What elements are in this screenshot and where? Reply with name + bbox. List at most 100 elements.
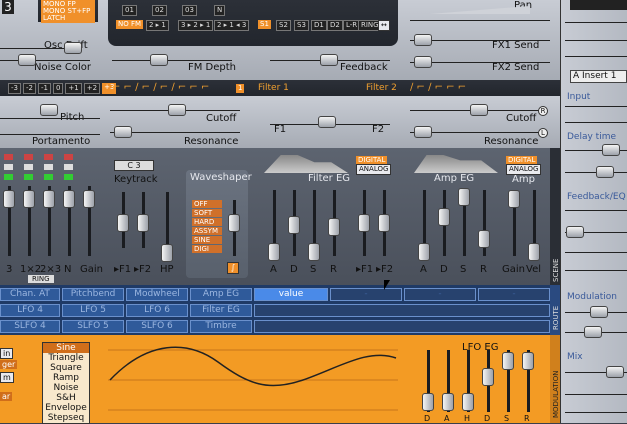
feedback-knob[interactable] [320,54,338,66]
keytrack-f1-fader[interactable] [117,214,129,232]
osc-noise-button[interactable]: N [214,5,226,16]
lfo-shape-sh[interactable]: S&H [43,393,89,403]
osc-2-button[interactable]: 02 [152,5,167,16]
octave-p1[interactable]: +1 [65,83,82,94]
portamento-slider[interactable] [0,134,100,135]
amp-vel-fader[interactable] [528,243,540,261]
amp-eg-a-fader[interactable] [418,243,430,261]
mod-source-timbre[interactable]: Timbre [190,320,252,333]
amp-eg-d-fader[interactable] [438,208,450,226]
lfo-shape-stepseq[interactable]: Stepseq [43,413,89,423]
mod-slot-5[interactable]: - [330,288,402,301]
lfo-eg-attack-fader[interactable] [442,393,454,411]
fx-delay-knob-1[interactable] [602,144,620,156]
pitch-slider[interactable] [0,118,100,119]
noise-color-slider[interactable] [0,60,90,61]
mod-source-modwheel[interactable]: Modwheel [126,288,188,301]
play-mode-latch[interactable]: LATCH [41,14,95,23]
cutoff-1-knob[interactable] [168,104,186,116]
waveshaper-curve-icon[interactable]: ∫ [227,262,239,274]
lfo-eg-decay-fader[interactable] [482,368,494,386]
resonance-2-knob[interactable] [414,126,432,138]
mod-source-slfo4[interactable]: SLFO 4 [0,320,60,333]
filter-eg-r-fader[interactable] [328,218,340,236]
mod-source-chan-at[interactable]: Chan. AT [0,288,60,301]
route-s2[interactable]: S2 [276,20,291,31]
route-d1[interactable]: D1 [311,20,327,31]
osc-1-button[interactable]: 01 [122,5,137,16]
mod-source-pitchbend[interactable]: Pitchbend [62,288,124,301]
osc-drift-knob[interactable] [64,42,82,54]
filter-type-icons[interactable]: ⌐ ⌐ ∕ ⌐ ∕ ⌐ ∕ ⌐ ⌐ ⌐ [112,82,209,93]
filter-2-label[interactable]: Filter 2 [366,83,397,93]
amp-eg-s-fader[interactable] [458,188,470,206]
lfo-shape-ramp[interactable]: Ramp [43,373,89,383]
fm-no-fm[interactable]: NO FM [116,20,144,29]
mod-slot-r2[interactable] [254,304,550,317]
lfo-shape-noise[interactable]: Noise [43,383,89,393]
hp-fader[interactable] [161,244,173,262]
lfo-shape-triangle[interactable]: Triangle [43,353,89,363]
filter-eg-s-fader[interactable] [308,243,320,261]
mixer-n-fader[interactable] [63,190,75,208]
amp-gain-fader[interactable] [508,190,520,208]
lfo-left-tag-1[interactable]: in [0,348,14,359]
key-display[interactable]: C 3 [114,160,154,171]
keytrack-f2-fader[interactable] [137,214,149,232]
pan-slider[interactable] [410,20,550,21]
filter-2-type-icons[interactable]: ∕ ⌐ ∕ ⌐ ⌐ ⌐ [410,82,466,93]
octave-m3[interactable]: -3 [8,83,21,94]
fx-modulation-knob-1[interactable] [590,306,608,318]
ws-soft[interactable]: SOFT [192,209,222,217]
ws-digi[interactable]: DIGI [192,245,222,253]
amp-eg-r-fader[interactable] [478,230,490,248]
pitch-knob[interactable] [40,104,58,116]
lfo-shape-envelope[interactable]: Envelope [43,403,89,413]
mod-slot-7[interactable]: - [478,288,550,301]
osc-3-button[interactable]: 03 [182,5,197,16]
filter-eg-d-fader[interactable] [288,216,300,234]
filter-analog[interactable]: ANALOG [356,164,392,175]
waveshaper-drive-fader[interactable] [228,214,240,232]
mod-source-value[interactable]: value [254,288,328,301]
l-button[interactable]: L [538,128,548,138]
filter-eg-f2-fader[interactable] [378,214,390,232]
fm-3-2-1[interactable]: 3 ▸ 2 ▸ 1 [178,20,214,31]
fx1-send-knob[interactable] [414,34,432,46]
octave-m1[interactable]: -1 [37,83,51,94]
lfo-shape-square[interactable]: Square [43,363,89,373]
ws-off[interactable]: OFF [192,200,222,208]
ws-hard[interactable]: HARD [192,218,222,226]
ws-sine[interactable]: SINE [192,236,222,244]
lfo-left-tag-4[interactable]: ar [0,392,13,401]
route-swap[interactable]: ↔ [378,20,390,31]
route-d2[interactable]: D2 [327,20,343,31]
filter-eg-f1-fader[interactable] [358,214,370,232]
r-button[interactable]: R [538,106,548,116]
filter-1-label[interactable]: Filter 1 [258,83,289,93]
mod-source-slfo6[interactable]: SLFO 6 [126,320,188,333]
mod-source-lfo5[interactable]: LFO 5 [62,304,124,317]
fx-feedback-knob[interactable] [566,226,584,238]
lfo-left-tag-3[interactable]: m [0,372,14,383]
mod-slot-6[interactable]: - [404,288,476,301]
octave-p2[interactable]: +2 [83,83,101,94]
mod-source-filter-eg[interactable]: Filter EG [190,304,252,317]
fm-depth-slider[interactable] [112,60,232,61]
mod-source-slfo5[interactable]: SLFO 5 [62,320,124,333]
fx-delay-knob-2[interactable] [596,166,614,178]
lfo-eg-hold-fader[interactable] [462,393,474,411]
mod-slot-r3[interactable] [254,320,550,333]
fm-2-1-3[interactable]: 2 ▸ 1 ◂ 3 [214,20,250,31]
lfo-shape-sine[interactable]: Sine [43,343,89,353]
lfo-eg-delay-fader[interactable] [422,393,434,411]
fm-2-1[interactable]: 2 ▸ 1 [146,20,169,31]
lfo-eg-sustain-fader[interactable] [502,352,514,370]
filter-eg-a-fader[interactable] [268,243,280,261]
fx-top-controls[interactable] [570,0,627,10]
cutoff-2-knob[interactable] [470,104,488,116]
fx-insert-select[interactable]: A Insert 1 [570,70,627,83]
fx2-send-knob[interactable] [414,56,432,68]
mixer-3-fader[interactable] [3,190,15,208]
mixer-1x2-fader[interactable] [23,190,35,208]
